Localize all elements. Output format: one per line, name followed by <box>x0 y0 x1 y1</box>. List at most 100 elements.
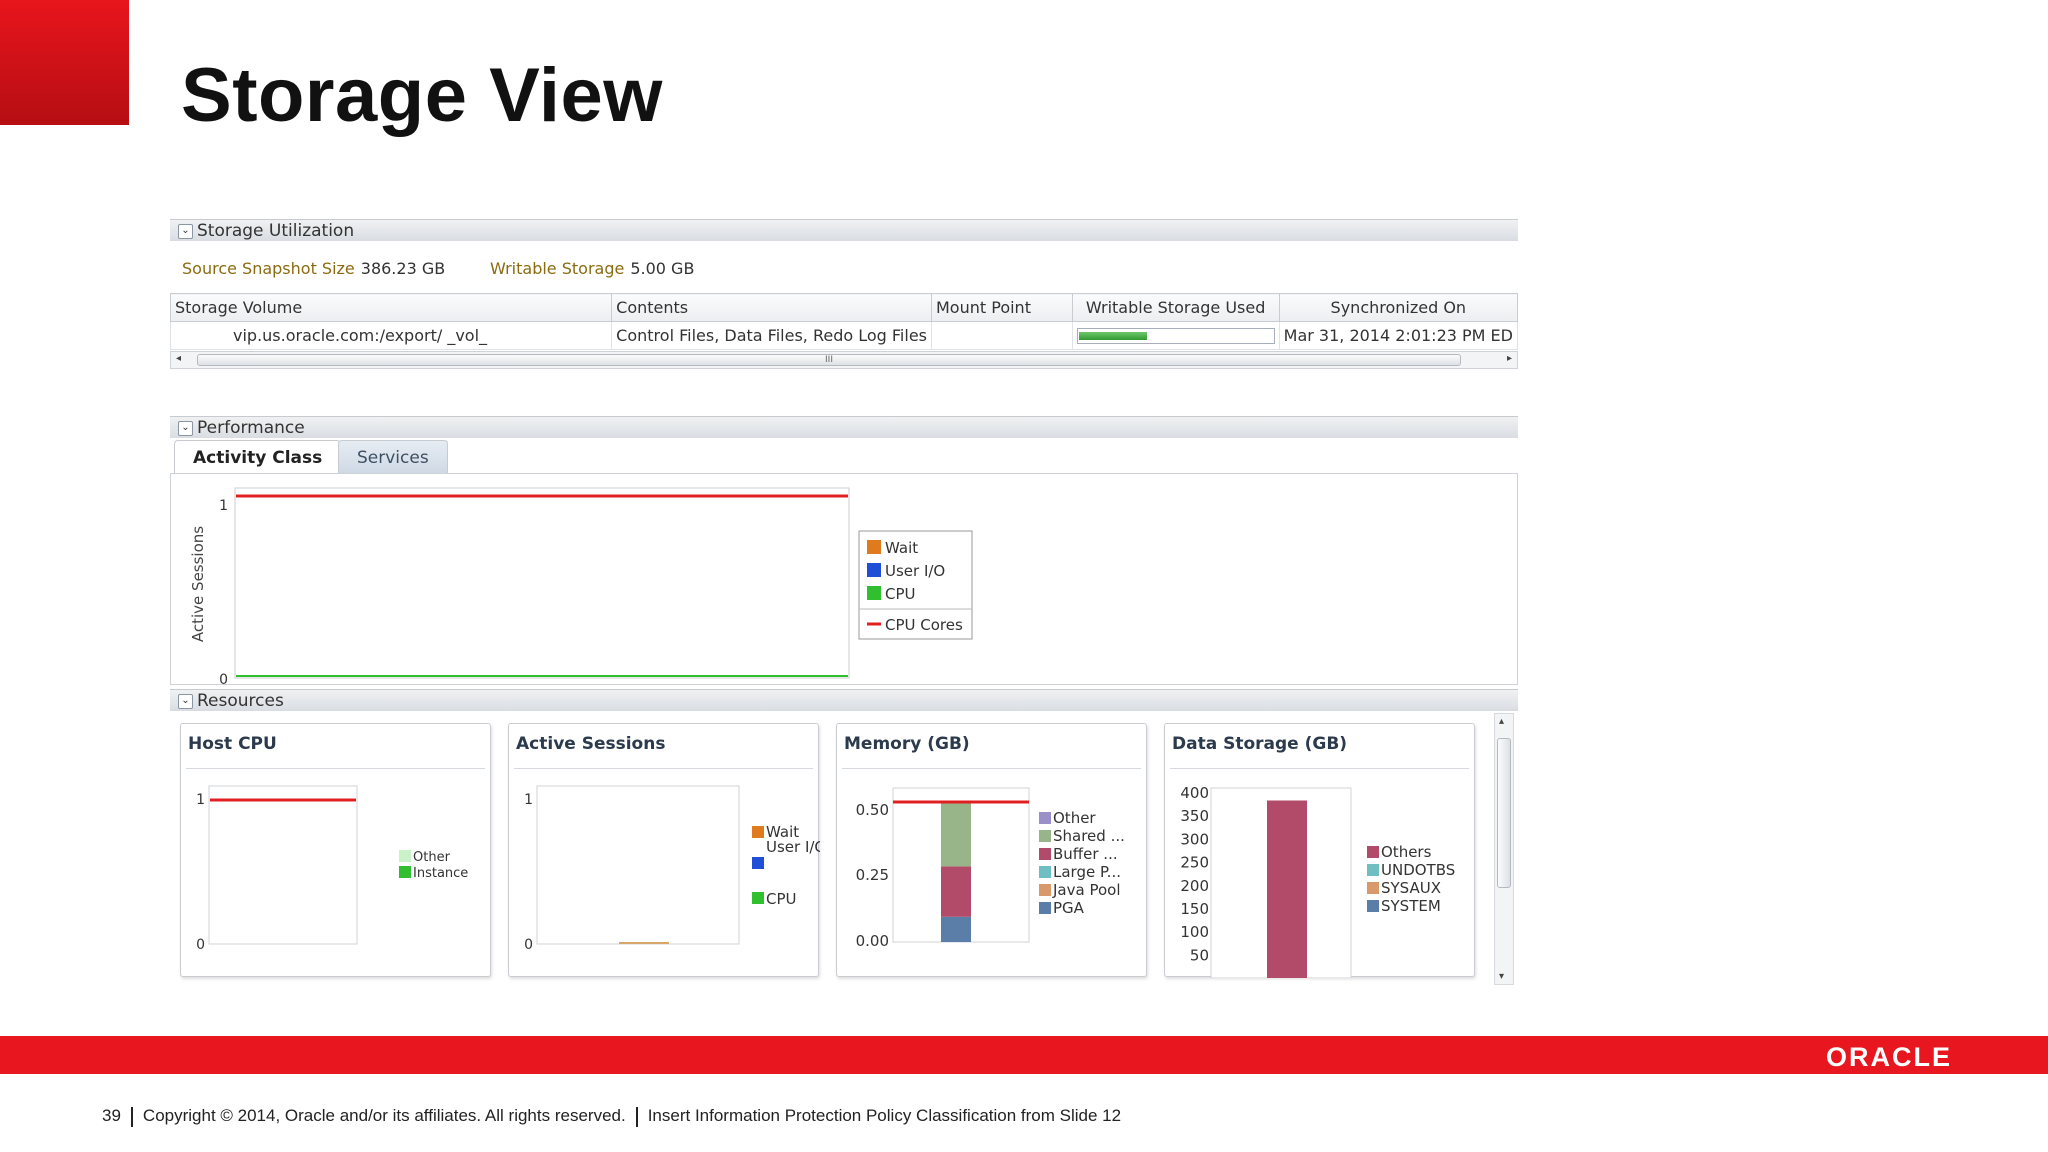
mount-point-cell <box>931 321 1073 350</box>
plot-area <box>234 487 850 679</box>
scroll-down-icon[interactable]: ▾ <box>1499 971 1504 982</box>
active-sessions-resource-chart: 1 0 Wait User I/O CPU <box>524 785 820 953</box>
scroll-thumb[interactable]: III <box>197 354 1461 366</box>
active-sessions-chart: Active Sessions 1 0 Wait User I/O CPU CP… <box>189 487 973 688</box>
legend-label-user-io: User I/O <box>885 562 945 580</box>
performance-header[interactable]: ⌄ Performance <box>170 416 1518 438</box>
legend-label: Java Pool <box>1052 881 1121 899</box>
legend-label-user-io: User I/O <box>766 838 820 856</box>
storage-view-screenshot: ⌄ Storage Utilization Source Snapshot Siz… <box>169 219 1519 991</box>
legend-label: Large P... <box>1053 863 1121 881</box>
synchronized-on-cell: Mar 31, 2014 2:01:23 PM ED <box>1278 321 1519 350</box>
y-tick-label: 350 <box>1180 807 1209 825</box>
legend-label-cpu-cores: CPU Cores <box>885 616 963 634</box>
y-tick-label: 0 <box>524 937 533 953</box>
legend-label: SYSTEM <box>1381 897 1441 915</box>
y-tick-label: 0 <box>219 672 228 684</box>
host-cpu-card: Host CPU 1 0 Other Instance <box>180 723 491 977</box>
legend-label: UNDOTBS <box>1381 861 1455 879</box>
progress-fill <box>1078 331 1148 340</box>
legend-swatch-other <box>399 850 411 862</box>
collapse-chevron-icon[interactable]: ⌄ <box>178 223 193 239</box>
source-snapshot-size: Source Snapshot Size 386.23 GB <box>182 259 445 278</box>
source-snapshot-label: Source Snapshot Size <box>182 259 355 278</box>
y-tick-label: 1 <box>196 792 205 808</box>
legend-swatch-wait <box>752 826 764 838</box>
y-tick-label: 200 <box>1180 877 1209 895</box>
legend-swatch <box>1039 830 1051 842</box>
footer-separator <box>130 1106 133 1127</box>
column-header-storage-volume[interactable]: Storage Volume <box>169 293 613 322</box>
scroll-right-icon[interactable]: ▸ <box>1507 353 1512 364</box>
classification-text: Insert Information Protection Policy Cla… <box>647 1106 1122 1125</box>
legend-swatch <box>1039 866 1051 878</box>
y-axis-label: Active Sessions <box>189 526 207 642</box>
storage-utilization-label: Storage Utilization <box>197 221 355 241</box>
tab-services[interactable]: Services <box>338 440 448 474</box>
vertical-scrollbar[interactable]: ▴ ▾ <box>1494 713 1514 985</box>
storage-volume-cell: vip.us.oracle.com:/export/ _vol_ <box>169 321 613 350</box>
performance-panel: Active Sessions 1 0 Wait User I/O CPU CP… <box>170 473 1518 688</box>
table-header-row: Storage Volume Contents Mount Point Writ… <box>169 293 1519 322</box>
scroll-thumb[interactable] <box>1497 738 1511 888</box>
scroll-left-icon[interactable]: ◂ <box>176 353 181 364</box>
legend-label-instance: Instance <box>413 866 468 881</box>
column-header-mount-point[interactable]: Mount Point <box>931 293 1073 322</box>
column-header-writable-storage-used[interactable]: Writable Storage Used <box>1071 293 1280 322</box>
legend-swatch-user-io <box>867 563 881 577</box>
legend-swatch-cpu <box>867 586 881 600</box>
legend-label: Other <box>1053 809 1096 827</box>
scroll-up-icon[interactable]: ▴ <box>1499 716 1504 727</box>
resources-header[interactable]: ⌄ Resources <box>170 689 1518 711</box>
y-tick-label: 400 <box>1180 784 1209 802</box>
writable-storage: Writable Storage 5.00 GB <box>490 259 694 278</box>
y-tick-label: 1 <box>219 498 228 514</box>
legend-swatch <box>1367 900 1379 912</box>
collapse-chevron-icon[interactable]: ⌄ <box>178 420 193 436</box>
data-storage-card: Data Storage (GB) 400 350 300 250 200 150 100 5… <box>1164 723 1475 978</box>
column-header-synchronized-on[interactable]: Synchronized On <box>1278 293 1519 322</box>
host-cpu-chart: 1 0 Other Instance <box>196 785 468 953</box>
y-tick-label: 0.25 <box>856 866 889 884</box>
y-tick-label: 0 <box>196 937 205 953</box>
storage-utilization-header[interactable]: ⌄ Storage Utilization <box>170 219 1518 241</box>
y-tick-label: 50 <box>1190 946 1209 964</box>
memory-bar-segment <box>941 916 971 942</box>
storage-volume-table: Storage Volume Contents Mount Point Writ… <box>169 293 1519 350</box>
legend-swatch <box>1367 846 1379 858</box>
y-tick-label: 250 <box>1180 854 1209 872</box>
legend-swatch-cpu <box>752 892 764 904</box>
page-number: 39 <box>102 1106 121 1125</box>
data-storage-chart: 40035030025020015010050 OthersUNDOTBSSYS… <box>1180 784 1455 978</box>
copyright-text: Copyright © 2014, Oracle and/or its affi… <box>142 1106 626 1125</box>
memory-bar-segment <box>941 802 971 867</box>
footer: 39 Copyright © 2014, Oracle and/or its af… <box>102 1106 1121 1127</box>
writable-storage-progress-bar <box>1076 327 1275 344</box>
source-snapshot-value: 386.23 GB <box>360 259 446 278</box>
memory-stacked-bar <box>941 802 971 942</box>
legend-label-other: Other <box>413 850 451 865</box>
legend-swatch <box>1039 884 1051 896</box>
y-tick-label: 300 <box>1180 830 1209 848</box>
column-header-contents[interactable]: Contents <box>611 293 932 322</box>
oracle-logo: ORACLE <box>1826 1042 1952 1072</box>
y-tick-label: 1 <box>524 792 533 808</box>
data-storage-legend: OthersUNDOTBSSYSAUXSYSTEM <box>1367 843 1455 915</box>
y-tick-label: 150 <box>1180 900 1209 918</box>
plot-area <box>536 785 740 945</box>
others-bar <box>1267 800 1307 978</box>
data-storage-bar <box>1267 800 1307 978</box>
legend-swatch <box>1039 848 1051 860</box>
table-row[interactable]: vip.us.oracle.com:/export/ _vol_ Control… <box>169 321 1519 350</box>
slide-title: Storage View <box>181 53 663 138</box>
horizontal-scrollbar[interactable]: ◂ III ▸ <box>170 351 1518 369</box>
performance-label: Performance <box>197 418 305 438</box>
collapse-chevron-icon[interactable]: ⌄ <box>178 693 193 709</box>
legend-label-wait: Wait <box>885 539 918 557</box>
tab-activity-class[interactable]: Activity Class <box>174 440 342 474</box>
resources-label: Resources <box>197 691 284 711</box>
writable-storage-used-cell <box>1071 321 1280 350</box>
y-axis-ticks: 400 350 300 250 200 150 100 50 <box>1180 784 1209 964</box>
footer-separator <box>635 1106 638 1127</box>
legend-swatch <box>1367 864 1379 876</box>
